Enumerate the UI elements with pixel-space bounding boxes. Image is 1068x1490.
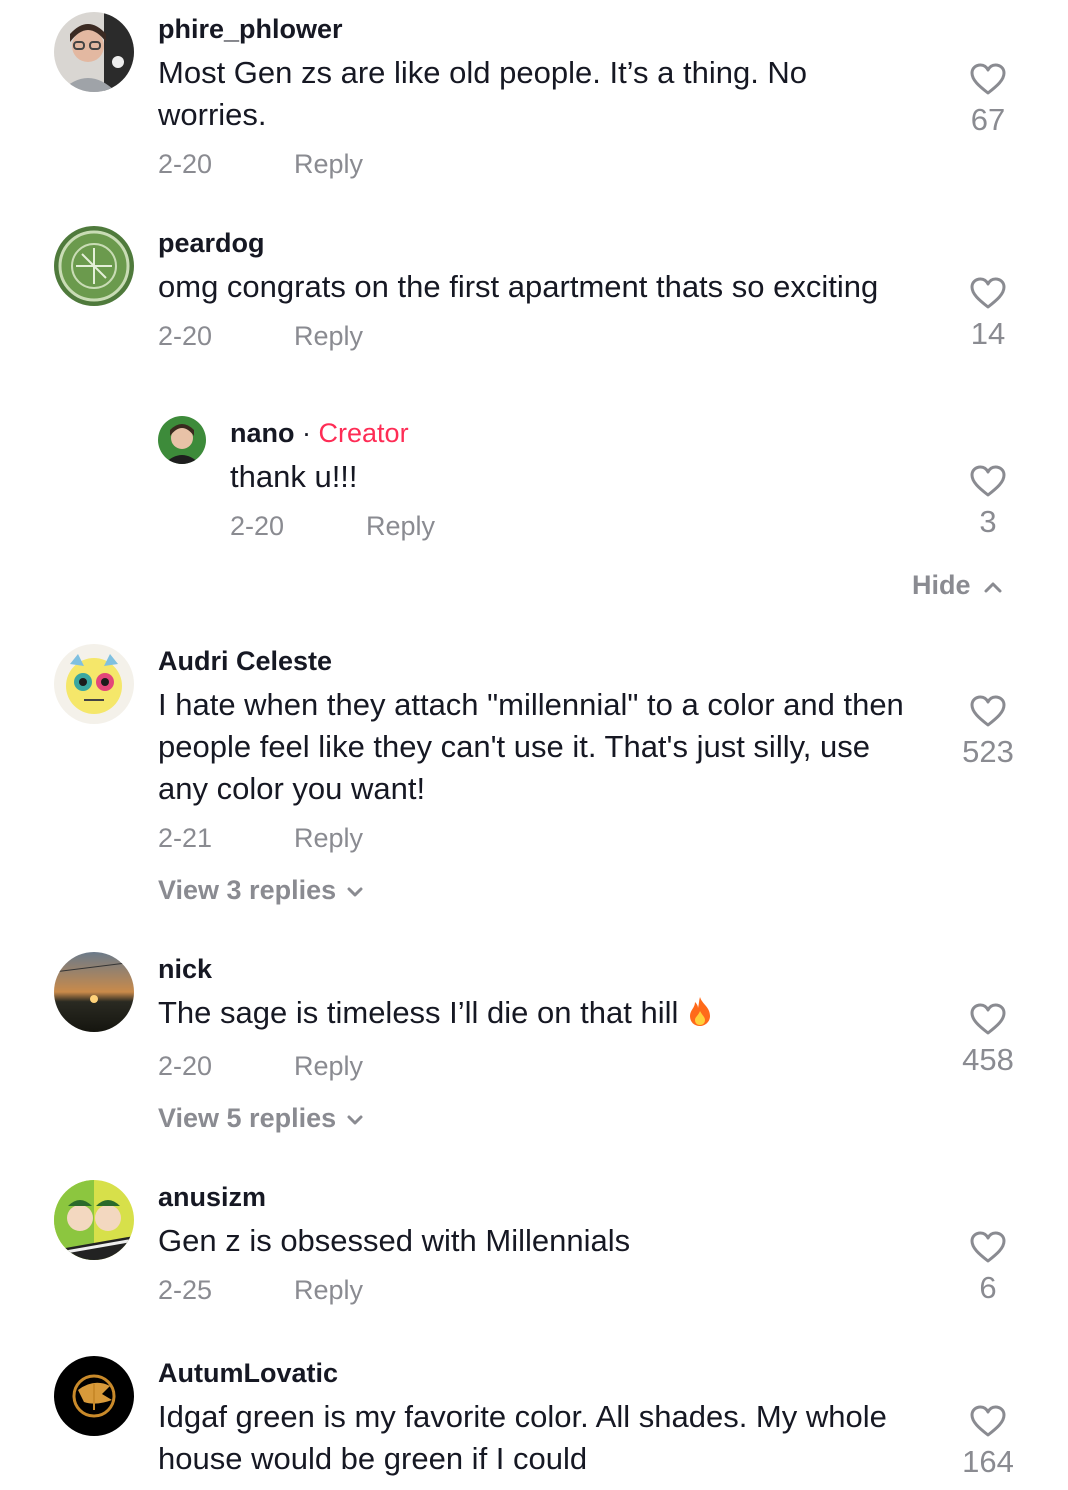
comment-username[interactable]: phire_phlower: [158, 12, 918, 46]
heart-icon: [970, 465, 1006, 497]
like-count: 67: [970, 102, 1006, 137]
comment-text: Gen z is obsessed with Millennials: [158, 1223, 631, 1258]
like-count: 458: [962, 1042, 1014, 1077]
chevron-down-icon: [347, 1115, 363, 1125]
like-count: 6: [979, 1270, 997, 1305]
heart-icon: [970, 63, 1006, 95]
heart-icon: [970, 277, 1006, 309]
comment-date: 2-25: [158, 1275, 213, 1305]
like-button[interactable]: 14: [948, 276, 1028, 354]
like-button[interactable]: 67: [948, 62, 1028, 140]
avatar[interactable]: [54, 226, 134, 306]
like-button[interactable]: 458: [948, 1002, 1028, 1080]
like-count: 14: [970, 316, 1006, 351]
creator-badge: Creator: [318, 418, 409, 448]
reply-button[interactable]: Reply: [294, 1048, 363, 1084]
comment-username[interactable]: peardog: [158, 226, 918, 260]
chevron-down-icon: [347, 887, 363, 897]
view-replies-label: View 5 replies: [158, 1103, 337, 1133]
like-button[interactable]: 523: [948, 694, 1028, 772]
comment-username[interactable]: Audri Celeste: [158, 644, 918, 678]
comment-date: 2-21: [158, 823, 213, 853]
avatar[interactable]: [54, 1356, 134, 1436]
view-replies-button[interactable]: View 3 replies: [158, 872, 918, 908]
chevron-up-icon: [984, 582, 1002, 593]
comment-text: Most Gen zs are like old people. It’s a …: [158, 55, 808, 132]
reply-button[interactable]: Reply: [294, 318, 363, 354]
hide-replies-button[interactable]: Hide: [912, 568, 1003, 602]
like-button[interactable]: 3: [948, 464, 1028, 542]
reply-button[interactable]: Reply: [294, 146, 363, 182]
avatar[interactable]: [54, 952, 134, 1032]
avatar[interactable]: [54, 644, 134, 724]
comment-username[interactable]: nick: [158, 952, 918, 986]
comment-username[interactable]: AutumLovatic: [158, 1356, 918, 1390]
reply-button[interactable]: Reply: [294, 1272, 363, 1308]
comment-date: 2-20: [158, 1051, 213, 1081]
like-count: 523: [962, 734, 1014, 769]
comment-date: 2-20: [158, 149, 213, 179]
comment-text: omg congrats on the first apartment that…: [158, 269, 879, 304]
reply-button[interactable]: Reply: [294, 820, 363, 856]
separator-dot: ·: [302, 418, 312, 448]
heart-icon: [970, 1405, 1006, 1437]
view-replies-label: View 3 replies: [158, 875, 337, 905]
view-replies-button[interactable]: View 5 replies: [158, 1100, 918, 1136]
reply-username[interactable]: nano: [230, 418, 295, 448]
avatar[interactable]: [54, 1180, 134, 1260]
like-button[interactable]: 164: [948, 1404, 1028, 1482]
comment-text: I hate when they attach "millennial" to …: [158, 687, 904, 806]
comment-text: Idgaf green is my favorite color. All sh…: [158, 1399, 887, 1476]
reply-date: 2-20: [230, 511, 285, 541]
heart-icon: [970, 1231, 1006, 1263]
like-count: 3: [979, 504, 997, 539]
fire-emoji: [686, 995, 714, 1038]
comment-text: The sage is timeless I’ll die on that hi…: [158, 995, 679, 1030]
heart-icon: [970, 1003, 1006, 1035]
hide-label: Hide: [912, 570, 971, 600]
comment-date: 2-20: [158, 321, 213, 351]
heart-icon: [970, 695, 1006, 727]
like-button[interactable]: 6: [948, 1230, 1028, 1308]
comment-username[interactable]: anusizm: [158, 1180, 918, 1214]
like-count: 164: [962, 1444, 1014, 1479]
avatar[interactable]: [54, 12, 134, 92]
avatar[interactable]: [158, 416, 206, 464]
reply-button[interactable]: Reply: [366, 508, 435, 544]
reply-text: thank u!!!: [230, 459, 358, 494]
